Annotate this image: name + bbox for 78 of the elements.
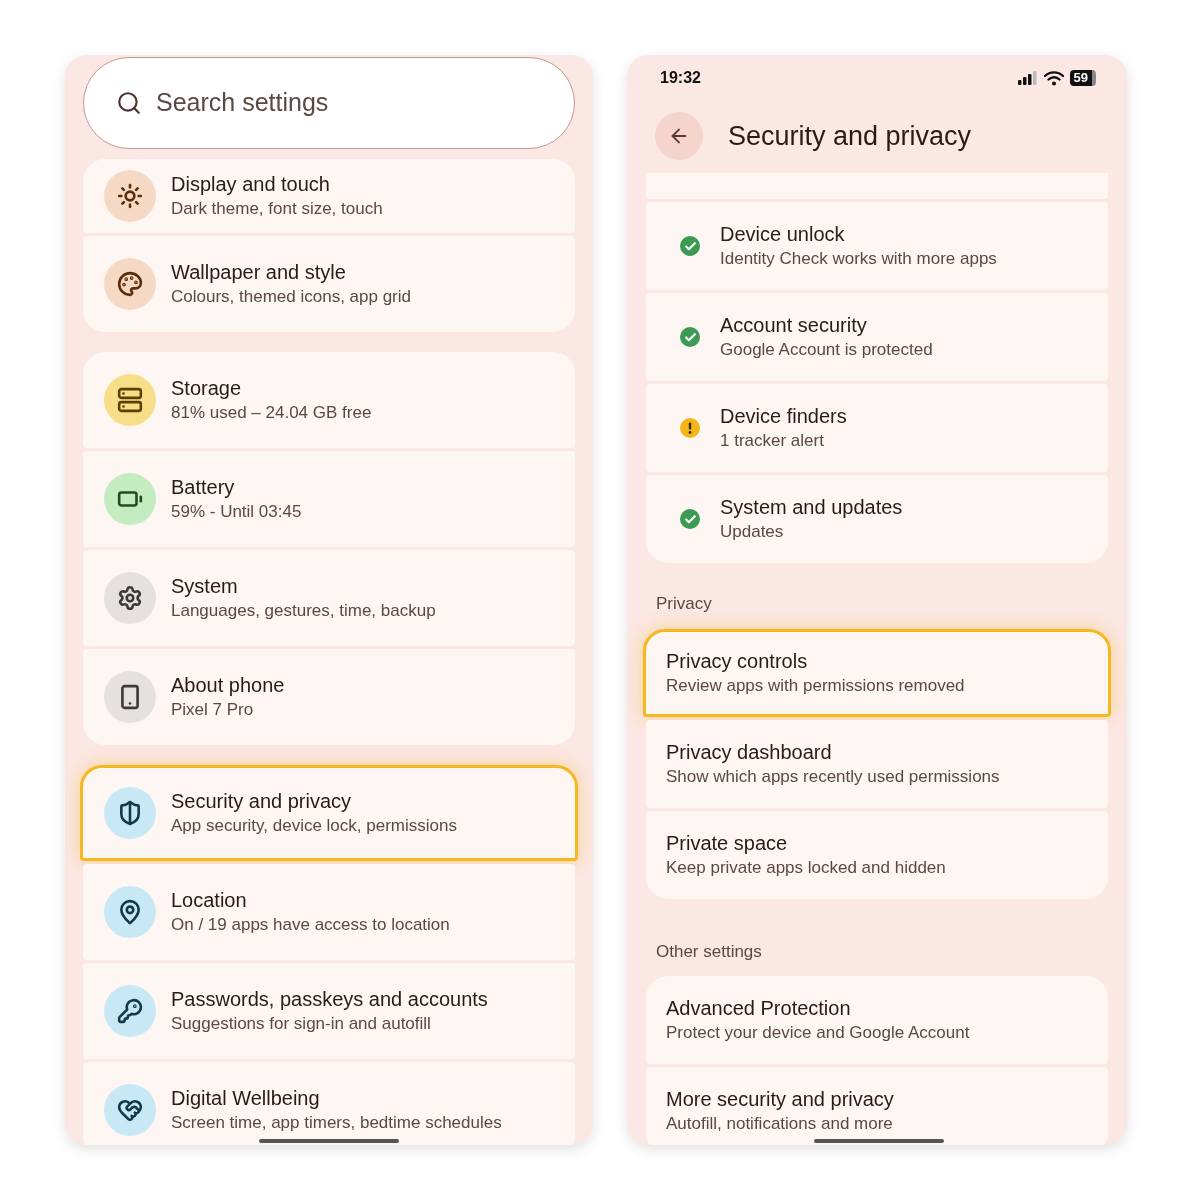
item-title: Privacy controls: [666, 648, 809, 674]
settings-item[interactable]: Account security Google Account is protected: [646, 293, 1108, 381]
settings-item[interactable]: Digital Wellbeing Screen time, app timers, bedtime schedules: [83, 1062, 575, 1145]
phone-icon: [104, 671, 156, 723]
item-subtitle: 81% used – 24.04 GB free: [171, 402, 372, 424]
gear-icon: [104, 572, 156, 624]
item-title: Security and privacy: [171, 789, 353, 814]
item-title: Advanced Protection: [666, 996, 852, 1021]
item-title: Wallpaper and style: [171, 260, 347, 285]
item-subtitle: Pixel 7 Pro: [171, 699, 255, 721]
settings-item[interactable]: About phone Pixel 7 Pro: [83, 649, 575, 745]
settings-item[interactable]: System Languages, gestures, time, backup: [83, 550, 575, 646]
item-subtitle: Updates: [720, 521, 785, 543]
item-subtitle: Dark theme, font size, touch: [171, 198, 383, 220]
section-heading: Other settings: [655, 940, 763, 963]
settings-item[interactable]: Privacy controls Review apps with permissions removed: [643, 628, 1111, 717]
wellbeing-icon: [104, 1084, 156, 1136]
shield-icon: [104, 787, 156, 839]
item-title: More security and privacy: [666, 1087, 894, 1112]
section-heading: Privacy: [655, 593, 713, 615]
location-pin-icon: [104, 886, 156, 938]
wifi-icon: [1043, 70, 1064, 86]
settings-item[interactable]: Battery 59% - Until 03:45: [83, 451, 575, 547]
item-title: Device unlock: [720, 222, 846, 247]
settings-item[interactable]: Device finders 1 tracker alert: [646, 384, 1108, 472]
status-time: 19:32: [660, 68, 701, 88]
item-subtitle: On / 19 apps have access to location: [171, 914, 450, 936]
item-title: Digital Wellbeing: [171, 1086, 321, 1111]
item-subtitle: 59% - Until 03:45: [171, 501, 302, 523]
item-subtitle: Languages, gestures, time, backup: [171, 600, 436, 622]
back-button[interactable]: [655, 112, 703, 160]
item-title: Battery: [171, 475, 236, 500]
settings-item[interactable]: Private space Keep private apps locked and hidden: [646, 810, 1108, 899]
settings-item[interactable]: Display and touch Dark theme, font size, touch: [83, 159, 575, 233]
item-title: Location: [171, 888, 248, 913]
screen-title: Security and privacy: [728, 119, 972, 153]
settings-item[interactable]: Storage 81% used – 24.04 GB free: [83, 352, 575, 448]
search-field[interactable]: Search settings: [83, 57, 575, 149]
settings-item[interactable]: System and updates Updates: [646, 475, 1108, 563]
item-subtitle: Show which apps recently used permissions: [666, 765, 1000, 788]
item-subtitle: Keep private apps locked and hidden: [666, 856, 946, 879]
storage-icon: [104, 374, 156, 426]
settings-item[interactable]: Device unlock Identity Check works with more apps: [646, 202, 1108, 290]
battery-indicator: 59: [1069, 70, 1096, 86]
palette-icon: [104, 258, 156, 310]
item-subtitle: Suggestions for sign-in and autofill: [171, 1013, 432, 1035]
settings-item[interactable]: Location On / 19 apps have access to location: [83, 864, 575, 960]
item-subtitle: Protect your device and Google Account: [666, 1022, 970, 1044]
item-subtitle: 1 tracker alert: [720, 430, 825, 452]
item-subtitle: Screen time, app timers, bedtime schedules: [171, 1112, 502, 1134]
item-title: System: [171, 574, 239, 599]
item-title: Storage: [171, 376, 243, 401]
item-subtitle: App security, device lock, permissions: [171, 815, 457, 837]
signal-icon: [1017, 71, 1038, 85]
item-title: System and updates: [720, 495, 903, 520]
item-subtitle: Autofill, notifications and more: [666, 1113, 894, 1135]
settings-item[interactable]: Privacy dashboard Show which apps recently used permissions: [646, 719, 1108, 808]
item-subtitle: Identity Check works with more apps: [720, 248, 997, 270]
settings-item[interactable]: More security and privacy Autofill, notifications and more: [646, 1067, 1108, 1145]
settings-item[interactable]: Passwords, passkeys and accounts Suggestions for sign-in and autofill: [83, 963, 575, 1059]
item-subtitle: Google Account is protected: [720, 339, 933, 361]
settings-item[interactable]: Advanced Protection Protect your device and Google Account: [646, 976, 1108, 1064]
item-title: Privacy dashboard: [666, 739, 833, 765]
item-title: About phone: [171, 673, 285, 698]
search-icon: [116, 90, 142, 116]
item-subtitle: Review apps with permissions removed: [666, 674, 965, 697]
item-title: Display and touch: [171, 172, 331, 197]
search-input[interactable]: Search settings: [156, 84, 456, 122]
item-title: Private space: [666, 830, 789, 856]
item-title: Passwords, passkeys and accounts: [171, 987, 488, 1012]
settings-item[interactable]: Wallpaper and style Colours, themed icons, app grid: [83, 236, 575, 332]
key-icon: [104, 985, 156, 1037]
item-title: Device finders: [720, 404, 847, 429]
item-title: Account security: [720, 313, 868, 338]
item-subtitle: Colours, themed icons, app grid: [171, 286, 412, 308]
settings-item[interactable]: Security and privacy App security, device lock, permissions: [80, 765, 578, 861]
brightness-icon: [104, 170, 156, 222]
battery-icon: [104, 473, 156, 525]
